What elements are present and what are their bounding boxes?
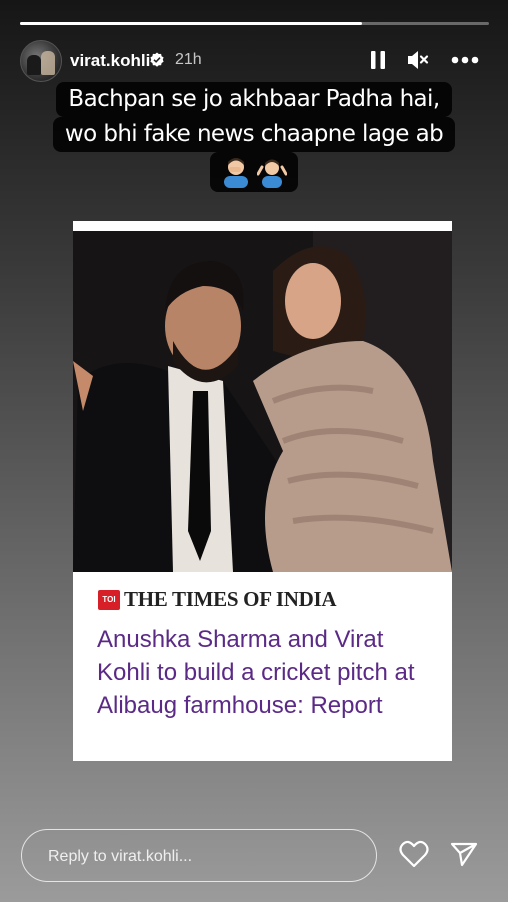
couple-photo bbox=[73, 231, 452, 572]
man-shrugging-emoji bbox=[257, 159, 288, 188]
more-options-button[interactable] bbox=[450, 48, 480, 72]
man-facepalming-emoji bbox=[223, 158, 248, 188]
story-progress-bars bbox=[20, 22, 489, 25]
share-button[interactable] bbox=[448, 838, 480, 870]
reply-box[interactable] bbox=[21, 829, 377, 883]
caption-line-1: Bachpan se jo akhbaar Padha hai, bbox=[56, 82, 452, 117]
publication-masthead: TOI THE TIMES OF INDIA bbox=[98, 587, 337, 612]
pause-button[interactable] bbox=[366, 48, 390, 72]
username[interactable]: virat.kohli bbox=[70, 51, 150, 71]
mute-button[interactable] bbox=[406, 48, 430, 72]
verified-badge-icon bbox=[150, 52, 164, 67]
news-screenshot-card: TOI THE TIMES OF INDIA Anushka Sharma an… bbox=[73, 221, 452, 761]
story-header: virat.kohli 21h bbox=[20, 40, 488, 82]
caption-emojis bbox=[209, 152, 299, 192]
toi-logo: TOI bbox=[98, 589, 120, 610]
caption-line-2: wo bhi fake news chaapne lage ab bbox=[52, 117, 456, 152]
heart-icon bbox=[399, 840, 429, 868]
reply-input[interactable] bbox=[46, 830, 350, 883]
send-icon bbox=[450, 842, 478, 867]
news-headline: Anushka Sharma and Virat Kohli to build … bbox=[97, 626, 415, 719]
pause-icon bbox=[371, 51, 385, 69]
story-progress-bar bbox=[20, 22, 489, 25]
more-dots-icon bbox=[451, 56, 479, 64]
avatar[interactable] bbox=[20, 40, 62, 82]
publication-name: THE TIMES OF INDIA bbox=[124, 587, 337, 611]
story-progress-fill bbox=[20, 22, 363, 25]
muted-speaker-icon bbox=[408, 51, 429, 69]
post-time: 21h bbox=[175, 51, 202, 68]
story-caption: Bachpan se jo akhbaar Padha hai, wo bhi … bbox=[0, 82, 508, 193]
like-button[interactable] bbox=[398, 838, 430, 870]
